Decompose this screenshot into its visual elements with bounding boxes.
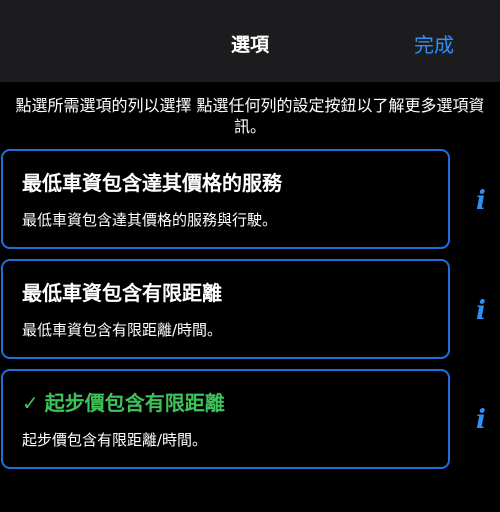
checkmark-icon: ✓: [22, 391, 39, 415]
option-row-minimum-fare-distance[interactable]: 最低車資包含有限距離 最低車資包含有限距離/時間。: [1, 259, 450, 359]
option-title-text: 起步價包含有限距離: [44, 391, 225, 415]
option-row-minimum-fare-price[interactable]: 最低車資包含達其價格的服務 最低車資包含達其價格的服務與行駛。: [1, 149, 450, 249]
navigation-bar: 選項 完成: [0, 0, 500, 82]
option-row-base-fare-distance[interactable]: ✓ 起步價包含有限距離 起步價包含有限距離/時間。: [1, 369, 450, 469]
instructions-text: 點選所需選項的列以選擇 點選任何列的設定按鈕以了解更多選項資訊。: [15, 96, 485, 136]
info-icon[interactable]: i: [470, 297, 492, 325]
option-title: 最低車資包含達其價格的服務: [22, 171, 282, 195]
option-description: 最低車資包含有限距離/時間。: [22, 321, 223, 339]
option-title: 最低車資包含有限距離: [22, 281, 222, 305]
info-icon[interactable]: i: [470, 187, 492, 215]
done-button[interactable]: 完成: [414, 29, 454, 58]
option-description: 最低車資包含達其價格的服務與行駛。: [22, 211, 278, 229]
option-description: 起步價包含有限距離/時間。: [22, 431, 208, 449]
info-icon[interactable]: i: [470, 406, 492, 434]
option-title-selected: ✓ 起步價包含有限距離: [22, 387, 225, 416]
